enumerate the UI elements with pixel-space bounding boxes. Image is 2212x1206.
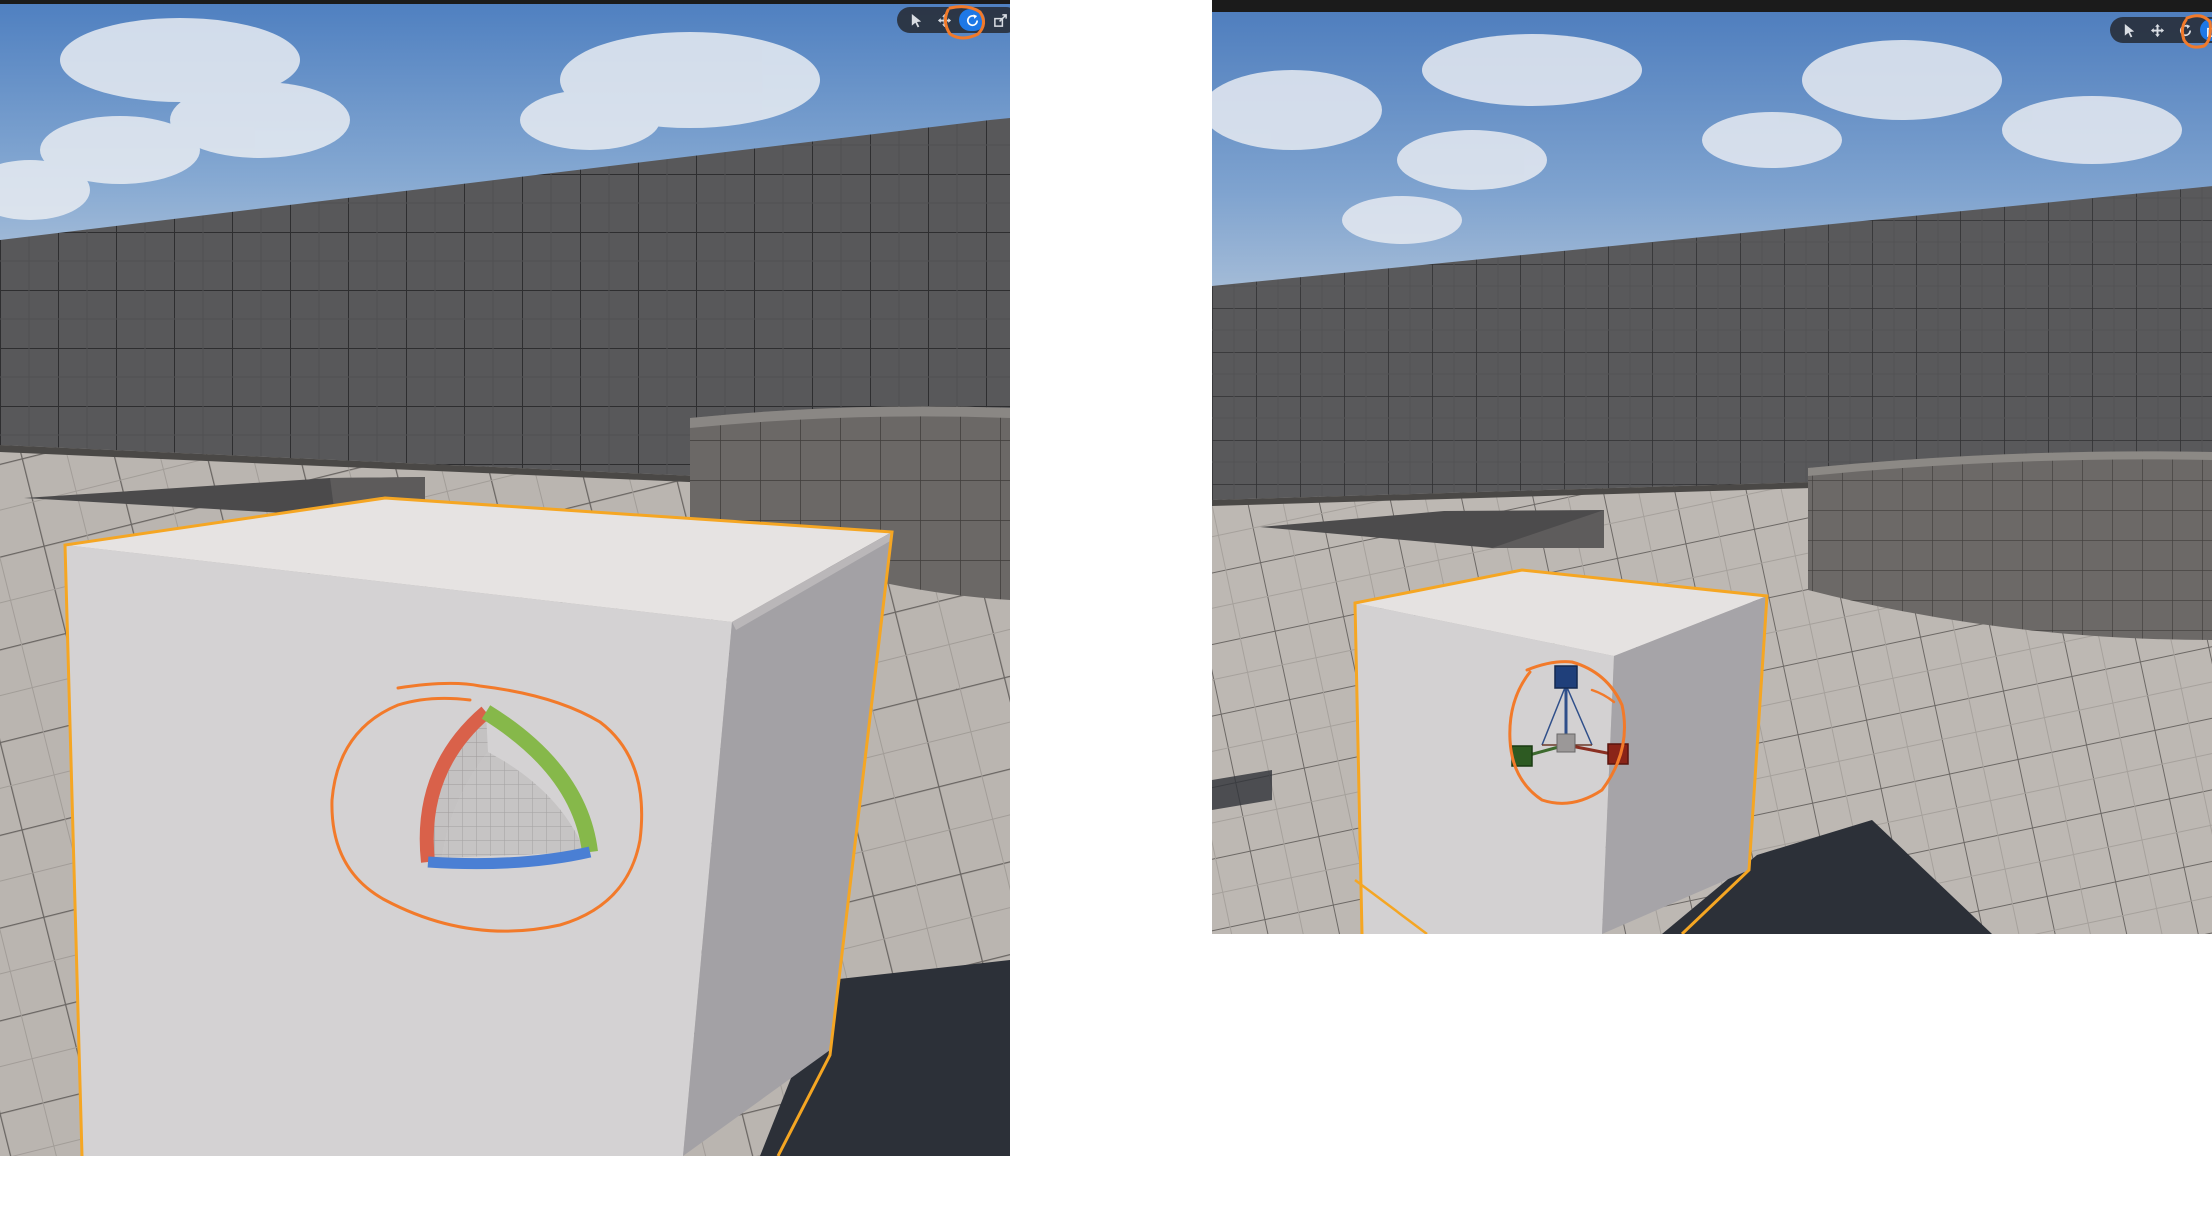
right-scene <box>1212 0 2212 934</box>
select-tool-button[interactable] <box>903 9 929 31</box>
scale-tool-button[interactable] <box>987 9 1010 31</box>
left-scene <box>0 0 1010 1156</box>
rotate-tool-button[interactable] <box>959 9 985 31</box>
move-arrows-icon <box>2150 23 2164 37</box>
move-arrows-icon <box>937 13 951 27</box>
window-title-bar <box>1212 0 2212 12</box>
transform-toolbar <box>2110 17 2212 43</box>
select-tool-button[interactable] <box>2116 19 2142 41</box>
window-title-bar <box>0 0 1010 4</box>
cursor-arrow-icon <box>911 13 921 27</box>
translate-tool-button[interactable] <box>931 9 957 31</box>
scale-tool-button[interactable] <box>2200 19 2212 41</box>
rotate-icon <box>966 13 978 26</box>
rotate-icon <box>2179 23 2191 36</box>
transform-toolbar <box>897 7 1010 33</box>
rotate-tool-button[interactable] <box>2172 19 2198 41</box>
cursor-arrow-icon <box>2124 23 2134 37</box>
left-viewport[interactable] <box>0 0 1010 1156</box>
scale-icon <box>993 13 1007 27</box>
scale-icon <box>2206 27 2212 37</box>
translate-tool-button[interactable] <box>2144 19 2170 41</box>
right-viewport[interactable] <box>1212 0 2212 934</box>
